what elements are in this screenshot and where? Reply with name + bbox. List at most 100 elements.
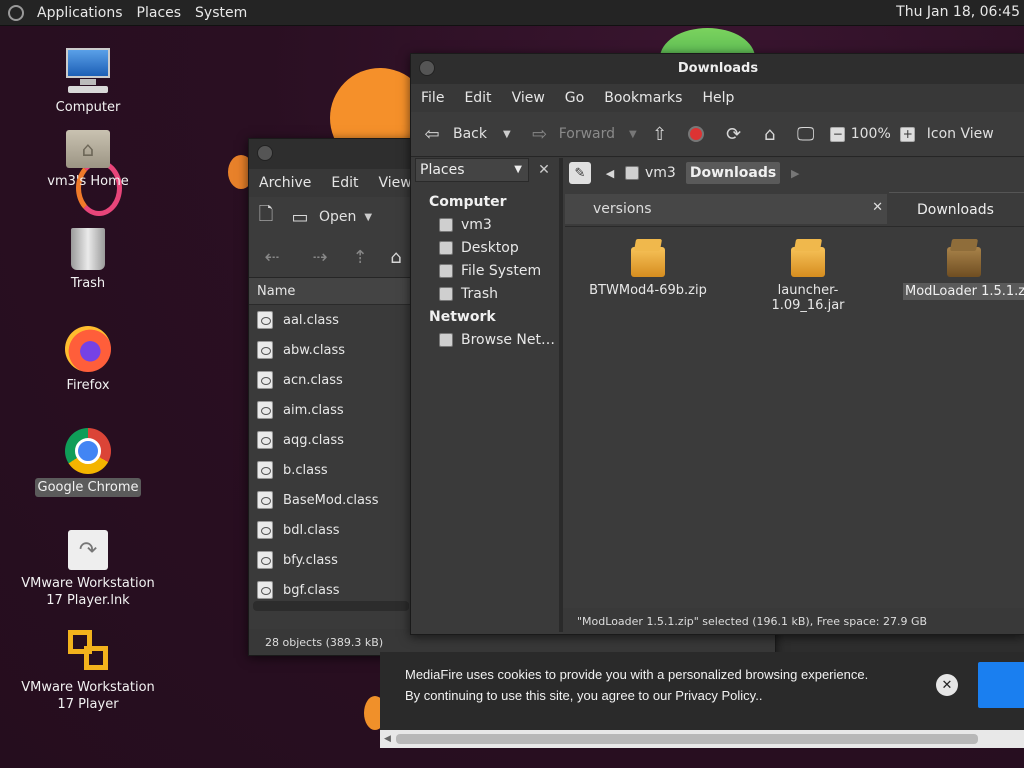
sidebar-item-trash[interactable]: Trash [415, 282, 557, 305]
home-icon [625, 166, 639, 180]
menu-view[interactable]: View [502, 90, 555, 106]
desktop-icon-vmware[interactable]: VMware Workstation 17 Player [18, 626, 158, 714]
fm-menubar: File Edit View Go Bookmarks Help [411, 84, 1024, 112]
path-right-arrow-icon[interactable]: ▶ [784, 162, 806, 184]
forward-icon[interactable]: ⇢ [309, 246, 331, 268]
chevron-down-icon: ▼ [514, 164, 522, 175]
computer-icon[interactable]: 🖵 [795, 123, 817, 145]
pathbar: ✎ ◀ vm3 Downloads ▶ [563, 158, 1024, 188]
places-menu[interactable]: Places [130, 5, 189, 21]
back-icon[interactable]: ⇠ [261, 246, 283, 268]
desktop-icon-home[interactable]: ⌂ vm3's Home [18, 130, 158, 191]
shortcut-icon: ↷ [68, 530, 108, 570]
archive-package-icon [631, 239, 665, 277]
top-panel: Applications Places System Thu Jan 18, 0… [0, 0, 1024, 26]
icon-view: BTWMod4-69b.zip launcher-1.09_16.jar Mod… [565, 226, 1024, 609]
menu-edit[interactable]: Edit [454, 90, 501, 106]
applications-menu[interactable]: Applications [30, 5, 130, 21]
desktop-icon-computer[interactable]: Computer [18, 46, 158, 117]
path-segment-vm3[interactable]: vm3 [625, 165, 676, 181]
class-file-icon [257, 461, 273, 479]
back-button[interactable]: ⇦ Back ▼ [421, 123, 511, 145]
zoom-out-icon[interactable]: − [827, 123, 849, 145]
forward-button[interactable]: ⇨ Forward ▼ [529, 123, 637, 145]
new-archive-icon: 🗋 [258, 204, 274, 225]
archive-hscrollbar[interactable] [253, 601, 409, 611]
fm-titlebar[interactable]: Downloads [411, 54, 1024, 84]
forward-arrow-icon: ⇨ [532, 123, 548, 145]
up-icon[interactable]: ⇡ [349, 246, 371, 268]
close-icon[interactable] [257, 145, 273, 161]
tab-downloads[interactable]: Downloads [889, 192, 1024, 227]
tab-versions[interactable]: versions ✕ [565, 194, 887, 224]
archive-package-icon [947, 239, 981, 277]
archive-package-icon [791, 239, 825, 277]
trash-icon [439, 286, 453, 301]
file-manager-window: Downloads File Edit View Go Bookmarks He… [410, 53, 1024, 635]
archive-menu-edit[interactable]: Edit [321, 175, 368, 191]
menu-file[interactable]: File [411, 90, 454, 106]
desktop-icon-firefox[interactable]: Firefox [18, 326, 158, 395]
class-file-icon [257, 431, 273, 449]
file-item[interactable]: launcher-1.09_16.jar [743, 239, 873, 313]
up-arrow-icon[interactable]: ⇧ [649, 123, 671, 145]
path-left-arrow-icon[interactable]: ◀ [599, 162, 621, 184]
scroll-left-arrow-icon[interactable]: ◀ [384, 734, 391, 744]
class-file-icon [257, 491, 273, 509]
home-folder-icon[interactable]: ⌂ [759, 123, 781, 145]
scroll-thumb[interactable] [396, 734, 978, 744]
class-file-icon [257, 311, 273, 329]
archive-menu-archive[interactable]: Archive [249, 175, 321, 191]
chevron-down-icon[interactable]: ▼ [503, 129, 511, 140]
sidebar-item-vm3[interactable]: vm3 [415, 213, 557, 236]
open-archive-button[interactable]: ▭ Open ▼ [289, 206, 372, 228]
vmware-icon [64, 626, 112, 674]
sidebar-item-browse-network[interactable]: Browse Net… [415, 328, 557, 351]
class-file-icon [257, 551, 273, 569]
network-icon [439, 332, 453, 347]
cookie-text: MediaFire uses cookies to provide you wi… [405, 667, 869, 703]
reload-icon[interactable]: ⟳ [723, 123, 745, 145]
drive-icon [439, 263, 453, 278]
close-tab-icon[interactable]: ✕ [872, 200, 883, 215]
close-sidebar-button[interactable]: ✕ [533, 158, 555, 182]
desktop-icon-vmware-lnk[interactable]: ↷ VMware Workstation 17 Player.lnk [18, 530, 158, 610]
home-icon [439, 217, 453, 232]
class-file-icon [257, 401, 273, 419]
path-segment-downloads[interactable]: Downloads [685, 162, 781, 184]
class-file-icon [257, 371, 273, 389]
clock[interactable]: Thu Jan 18, 06:45 [896, 4, 1020, 20]
places-selector[interactable]: Places ▼ [415, 158, 529, 182]
menu-bookmarks[interactable]: Bookmarks [594, 90, 692, 106]
system-menu[interactable]: System [188, 5, 254, 21]
file-item[interactable]: BTWMod4-69b.zip [583, 239, 713, 298]
sidebar-heading-network: Network [429, 308, 496, 325]
browser-hscrollbar[interactable]: ◀ [380, 730, 1024, 748]
file-item-selected[interactable]: ModLoader 1.5.1.zip [903, 239, 1024, 304]
fm-statusbar: "ModLoader 1.5.1.zip" selected (196.1 kB… [563, 608, 1024, 634]
stop-icon[interactable] [685, 123, 707, 145]
open-icon: ▭ [291, 206, 309, 228]
desktop-icon-trash[interactable]: Trash [18, 228, 158, 293]
new-archive-button[interactable]: 🗋 [255, 204, 277, 228]
cookie-banner: MediaFire uses cookies to provide you wi… [380, 652, 1024, 730]
home-folder-icon: ⌂ [66, 130, 110, 168]
desktop-icon-chrome[interactable]: Google Chrome [18, 428, 158, 497]
sidebar-item-filesystem[interactable]: File System [415, 259, 557, 282]
menu-help[interactable]: Help [692, 90, 744, 106]
class-file-icon [257, 341, 273, 359]
zoom-in-icon[interactable]: + [897, 123, 919, 145]
window-title: Downloads [677, 61, 759, 76]
firefox-icon [65, 326, 111, 372]
chevron-down-icon[interactable]: ▼ [629, 129, 637, 140]
distro-logo-icon[interactable] [8, 4, 24, 21]
places-sidebar: Places ▼ ✕ Computer vm3 Desktop File Sys… [415, 158, 557, 632]
edit-location-icon[interactable]: ✎ [569, 162, 591, 184]
view-mode-select[interactable]: Icon View [927, 126, 994, 142]
home-icon[interactable]: ⌂ [385, 246, 407, 268]
cookie-accept-button[interactable] [978, 662, 1024, 708]
sidebar-item-desktop[interactable]: Desktop [415, 236, 557, 259]
cookie-close-button[interactable]: ✕ [936, 674, 958, 696]
computer-icon [64, 46, 112, 94]
menu-go[interactable]: Go [555, 90, 594, 106]
